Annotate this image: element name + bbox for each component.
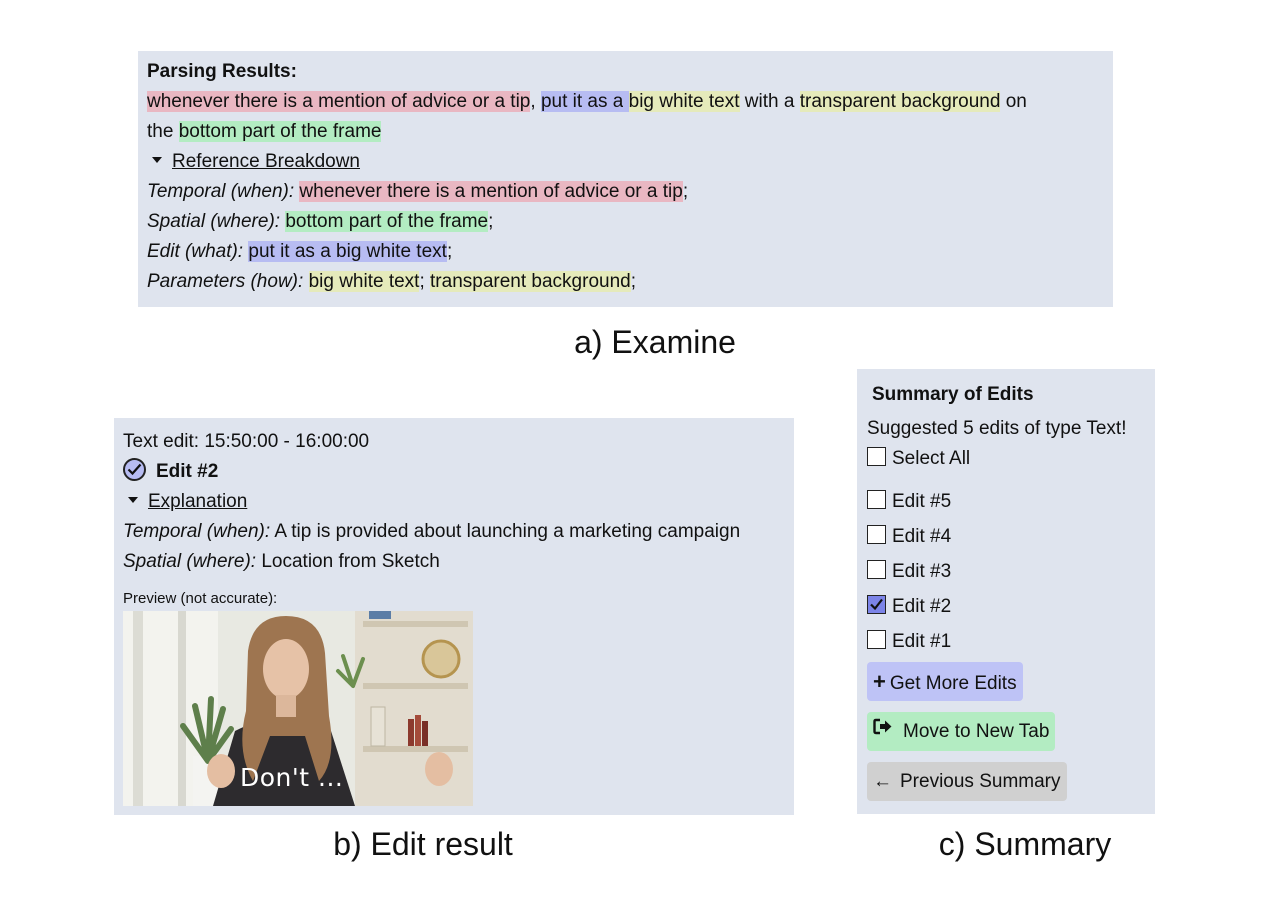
edit-header: Edit #2 (123, 457, 785, 487)
checkbox-checked[interactable] (867, 595, 886, 615)
caption-edit-result: b) Edit result (333, 826, 513, 862)
parameters-row: Parameters (how): big white text; transp… (147, 271, 636, 292)
reference-breakdown-toggle[interactable]: Reference Breakdown (147, 147, 1104, 177)
previous-summary-button[interactable]: ← Previous Summary (867, 762, 1067, 801)
temporal-value: whenever there is a mention of advice or… (299, 181, 683, 202)
spatial-value: bottom part of the frame (285, 211, 489, 232)
parsing-results-title: Parsing Results: (147, 61, 297, 82)
parsed-sentence-line2: the bottom part of the frame (147, 121, 382, 142)
edit-row: Edit (what): put it as a big white text; (147, 241, 453, 262)
edit-item-3[interactable]: Edit #3 (867, 554, 1145, 589)
select-all-checkbox[interactable]: Select All (867, 444, 1145, 474)
spatial-explanation: Spatial (where): Location from Sketch (123, 551, 440, 572)
parameter-value: transparent background (430, 271, 631, 292)
suggested-count: Suggested 5 edits of type Text! (867, 418, 1127, 439)
video-preview: Don't ... (123, 611, 473, 806)
checkbox[interactable] (867, 560, 886, 580)
explanation-label: Explanation (148, 491, 248, 512)
parameter-value: big white text (308, 271, 420, 292)
caption-summary: c) Summary (938, 826, 1112, 862)
parameter-highlight: big white text (628, 91, 740, 112)
arrow-left-icon: ← (873, 771, 892, 792)
edit-time-range: Text edit: 15:50:00 - 16:00:00 (123, 431, 370, 452)
checkbox[interactable] (867, 447, 886, 467)
text-overlay-preview: Don't ... (240, 763, 344, 792)
edit-highlight: put it as a (540, 91, 624, 112)
edit-item-5[interactable]: Edit #5 (867, 484, 1145, 519)
reference-breakdown-label: Reference Breakdown (172, 151, 360, 172)
examine-panel: Parsing Results: whenever there is a men… (138, 51, 1113, 307)
plus-icon: + (873, 669, 886, 694)
get-more-edits-button[interactable]: + Get More Edits (867, 662, 1023, 701)
edit-result-panel: Text edit: 15:50:00 - 16:00:00 Edit #2 E… (114, 418, 794, 815)
edit-value: put it as a big white text (248, 241, 447, 262)
temporal-highlight: whenever there is a mention of advice or… (147, 91, 531, 112)
edit-item-1[interactable]: Edit #1 (867, 624, 1145, 659)
sign-out-icon (873, 710, 893, 749)
checkbox[interactable] (867, 630, 886, 650)
summary-panel: Summary of Edits Suggested 5 edits of ty… (857, 369, 1155, 814)
parameter-highlight: transparent background (799, 91, 1001, 112)
check-circle-icon[interactable] (123, 458, 146, 482)
spatial-highlight: bottom part of the frame (178, 121, 382, 142)
temporal-row: Temporal (when): whenever there is a men… (147, 181, 689, 202)
preview-label: Preview (not accurate): (123, 590, 278, 607)
disclosure-triangle-icon (152, 157, 162, 164)
temporal-explanation: Temporal (when): A tip is provided about… (123, 521, 741, 542)
summary-title: Summary of Edits (872, 384, 1034, 405)
checkbox[interactable] (867, 490, 886, 510)
edit-title: Edit #2 (156, 461, 219, 482)
parsed-sentence-line1: whenever there is a mention of advice or… (147, 91, 1027, 112)
spatial-row: Spatial (where): bottom part of the fram… (147, 211, 494, 232)
move-to-new-tab-button[interactable]: Move to New Tab (867, 710, 1056, 751)
edit-item-4[interactable]: Edit #4 (867, 519, 1145, 554)
caption-examine: a) Examine (574, 324, 736, 360)
explanation-toggle[interactable]: Explanation (123, 487, 785, 517)
disclosure-triangle-icon (128, 497, 138, 504)
checkbox[interactable] (867, 525, 886, 545)
edit-item-2[interactable]: Edit #2 (867, 589, 1145, 624)
